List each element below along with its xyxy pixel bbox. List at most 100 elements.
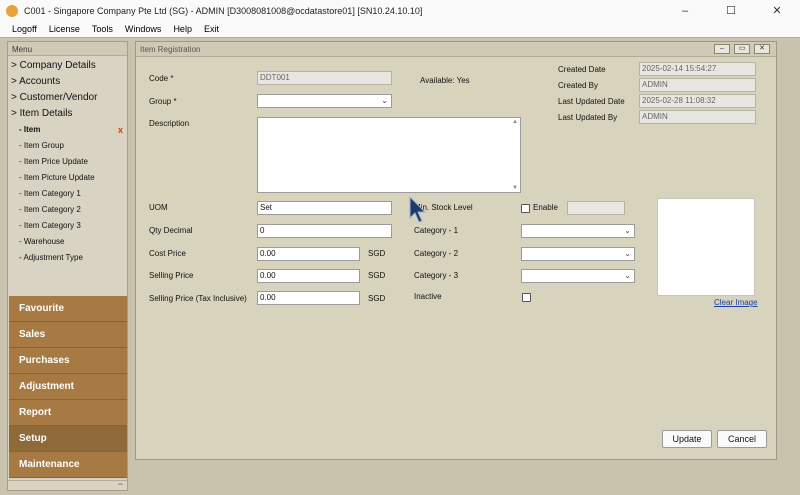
update-button[interactable]: Update bbox=[662, 430, 712, 448]
enable-label: Enable bbox=[533, 203, 558, 212]
scroll-down-icon[interactable]: ▼ bbox=[512, 185, 518, 191]
description-value bbox=[258, 117, 262, 130]
created-date-label: Created Date bbox=[558, 65, 606, 74]
panel-footer: ⇔ bbox=[8, 480, 127, 490]
close-tab-icon[interactable]: x bbox=[118, 122, 123, 138]
section-adjustment[interactable]: Adjustment bbox=[9, 374, 127, 400]
section-maintenance[interactable]: Maintenance bbox=[9, 452, 127, 478]
created-date-field: 2025-02-14 15:54:27 bbox=[639, 62, 756, 76]
app-logo-icon bbox=[6, 4, 18, 17]
tree-item[interactable]: - Item x bbox=[8, 122, 127, 138]
chevron-down-icon: ⌄ bbox=[624, 226, 631, 235]
menu-exit[interactable]: Exit bbox=[204, 24, 219, 34]
section-purchases[interactable]: Purchases bbox=[9, 348, 127, 374]
cost-price-currency: SGD bbox=[368, 249, 386, 258]
last-updated-date-label: Last Updated Date bbox=[558, 97, 625, 106]
mouse-pointer-icon bbox=[409, 196, 427, 223]
menu-license[interactable]: License bbox=[49, 24, 80, 34]
tree-company-details[interactable]: > Company Details bbox=[8, 58, 127, 74]
chevron-down-icon: ⌄ bbox=[381, 96, 388, 105]
category1-label: Category - 1 bbox=[414, 226, 459, 235]
expand-panel-icon[interactable]: ⇔ bbox=[117, 481, 124, 488]
section-report[interactable]: Report bbox=[9, 400, 127, 426]
code-field[interactable]: DDT001 bbox=[257, 71, 392, 85]
selling-price-currency: SGD bbox=[368, 271, 386, 280]
menu-panel-header: Menu bbox=[8, 42, 127, 56]
selling-price-tax-field[interactable]: 0.00 bbox=[257, 291, 360, 305]
description-label: Description bbox=[149, 119, 190, 128]
inactive-checkbox[interactable] bbox=[522, 293, 531, 302]
qty-decimal-field[interactable]: 0 bbox=[257, 224, 392, 238]
item-form: Code * DDT001 Available: Yes Created Dat… bbox=[136, 57, 776, 459]
menu-help[interactable]: Help bbox=[173, 24, 192, 34]
navigation-panel: Menu > Company Details > Accounts > Cust… bbox=[7, 41, 128, 491]
child-window-title: Item Registration bbox=[140, 45, 201, 54]
qty-decimal-label: Qty Decimal bbox=[149, 226, 193, 235]
description-scrollbar[interactable]: ▲ ▼ bbox=[511, 118, 520, 192]
minimize-button[interactable]: – bbox=[662, 0, 708, 21]
available-status: Available: Yes bbox=[420, 76, 470, 85]
module-sections: Favourite Sales Purchases Adjustment Rep… bbox=[9, 296, 127, 478]
window-title: C001 - Singapore Company Pte Ltd (SG) - … bbox=[24, 5, 423, 16]
cost-price-label: Cost Price bbox=[149, 249, 186, 258]
chevron-down-icon: ⌄ bbox=[624, 249, 631, 258]
menu-tools[interactable]: Tools bbox=[92, 24, 113, 34]
menu-bar: Logoff License Tools Windows Help Exit bbox=[0, 21, 800, 37]
tree-item-price-update[interactable]: - Item Price Update bbox=[8, 154, 127, 170]
tree-item-category-2[interactable]: - Item Category 2 bbox=[8, 202, 127, 218]
category1-select[interactable]: ⌄ bbox=[521, 224, 635, 238]
last-updated-by-label: Last Updated By bbox=[558, 113, 618, 122]
min-stock-field[interactable] bbox=[567, 201, 625, 215]
tree-accounts[interactable]: > Accounts bbox=[8, 74, 127, 90]
navigation-tree: > Company Details > Accounts > Customer/… bbox=[8, 58, 127, 266]
uom-field[interactable]: Set bbox=[257, 201, 392, 215]
uom-label: UOM bbox=[149, 203, 168, 212]
section-sales[interactable]: Sales bbox=[9, 322, 127, 348]
menu-windows[interactable]: Windows bbox=[125, 24, 162, 34]
selling-price-label: Selling Price bbox=[149, 271, 194, 280]
section-setup[interactable]: Setup bbox=[9, 426, 127, 452]
cost-price-field[interactable]: 0.00 bbox=[257, 247, 360, 261]
group-label: Group * bbox=[149, 97, 177, 106]
child-restore-button[interactable]: ▭ bbox=[734, 44, 750, 54]
section-favourite[interactable]: Favourite bbox=[9, 296, 127, 322]
tree-item-details[interactable]: > Item Details bbox=[8, 106, 127, 122]
title-bar: C001 - Singapore Company Pte Ltd (SG) - … bbox=[0, 0, 800, 21]
cancel-button[interactable]: Cancel bbox=[717, 430, 767, 448]
menu-logoff[interactable]: Logoff bbox=[12, 24, 37, 34]
child-title-bar: Item Registration – ▭ ✕ bbox=[136, 42, 776, 57]
tree-warehouse[interactable]: - Warehouse bbox=[8, 234, 127, 250]
category2-label: Category - 2 bbox=[414, 249, 459, 258]
created-by-field: ADMIN bbox=[639, 78, 756, 92]
category2-select[interactable]: ⌄ bbox=[521, 247, 635, 261]
child-minimize-button[interactable]: – bbox=[714, 44, 730, 54]
tree-item-category-1[interactable]: - Item Category 1 bbox=[8, 186, 127, 202]
tree-customer-vendor[interactable]: > Customer/Vendor bbox=[8, 90, 127, 106]
item-registration-window: Item Registration – ▭ ✕ Code * DDT001 Av… bbox=[135, 41, 777, 460]
selling-price-field[interactable]: 0.00 bbox=[257, 269, 360, 283]
tree-adjustment-type[interactable]: - Adjustment Type bbox=[8, 250, 127, 266]
scroll-up-icon[interactable]: ▲ bbox=[512, 119, 518, 125]
close-button[interactable]: ✕ bbox=[754, 0, 800, 21]
selling-price-tax-label: Selling Price (Tax Inclusive) bbox=[149, 294, 247, 303]
tree-item-group[interactable]: - Item Group bbox=[8, 138, 127, 154]
maximize-button[interactable]: ☐ bbox=[708, 0, 754, 21]
clear-image-link[interactable]: Clear Image bbox=[714, 298, 758, 307]
description-textarea[interactable]: ▲ ▼ bbox=[257, 117, 521, 193]
last-updated-by-field: ADMIN bbox=[639, 110, 756, 124]
group-select[interactable]: ⌄ bbox=[257, 94, 392, 108]
category3-select[interactable]: ⌄ bbox=[521, 269, 635, 283]
item-image-box[interactable] bbox=[657, 198, 755, 296]
tree-item-category-3[interactable]: - Item Category 3 bbox=[8, 218, 127, 234]
group-select-value bbox=[258, 96, 260, 105]
child-close-button[interactable]: ✕ bbox=[754, 44, 770, 54]
tree-item-picture-update[interactable]: - Item Picture Update bbox=[8, 170, 127, 186]
code-label: Code * bbox=[149, 74, 174, 83]
tree-item-label: - Item bbox=[19, 125, 41, 134]
enable-checkbox[interactable] bbox=[521, 204, 530, 213]
created-by-label: Created By bbox=[558, 81, 599, 90]
chevron-down-icon: ⌄ bbox=[624, 271, 631, 280]
last-updated-date-field: 2025-02-28 11:08:32 bbox=[639, 94, 756, 108]
selling-price-tax-currency: SGD bbox=[368, 294, 386, 303]
category3-label: Category - 3 bbox=[414, 271, 459, 280]
